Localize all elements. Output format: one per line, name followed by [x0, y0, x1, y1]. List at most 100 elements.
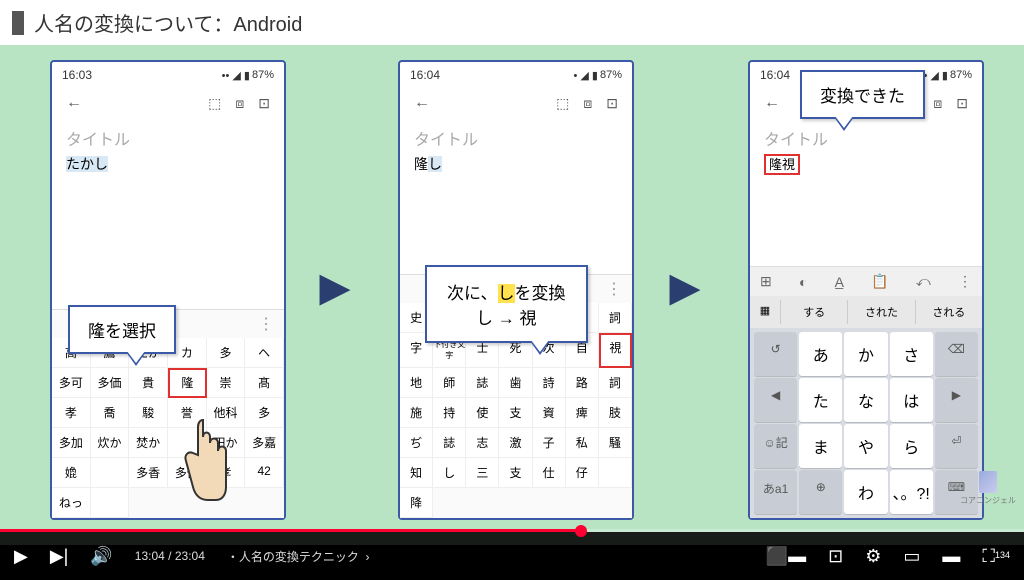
palette-icon[interactable]: ◐ [799, 274, 807, 290]
back-icon[interactable]: ← [764, 94, 780, 112]
conversion-candidate[interactable]: 騒 [599, 428, 632, 458]
conversion-candidate[interactable]: 三 [466, 458, 499, 488]
suggestion-item[interactable]: する [780, 300, 847, 324]
progress-scrubber[interactable] [575, 525, 587, 537]
conversion-candidate[interactable]: 孝 [52, 398, 91, 428]
suggestion-item[interactable]: された [847, 300, 914, 324]
conversion-candidate[interactable]: 誉 [168, 398, 207, 428]
play-button[interactable]: ▶ [14, 546, 28, 567]
conversion-candidate[interactable]: 激 [499, 428, 532, 458]
conversion-candidate[interactable]: 支 [499, 398, 532, 428]
conversion-candidate[interactable]: 詞 [599, 368, 632, 398]
keyboard-key[interactable]: ま [799, 424, 842, 468]
conversion-candidate[interactable]: 歯 [499, 368, 532, 398]
keyboard-key[interactable]: や [844, 424, 887, 468]
back-icon[interactable]: ← [414, 94, 430, 112]
settings-icon[interactable]: ⚙ [865, 546, 881, 567]
keyboard-key[interactable]: ☺記 [754, 424, 797, 468]
conversion-candidate[interactable] [91, 488, 130, 518]
conversion-candidate[interactable]: ヘ [245, 338, 284, 368]
conversion-candidate[interactable]: 誌 [433, 428, 466, 458]
conversion-candidate[interactable]: 田か [207, 428, 246, 458]
conversion-candidate[interactable]: ねっ [52, 488, 91, 518]
conversion-candidate[interactable]: 崇 [207, 368, 246, 398]
conversion-candidate[interactable]: 知 [400, 458, 433, 488]
keyboard-key[interactable]: ⏎ [935, 424, 978, 468]
fullscreen-button[interactable]: ⛶134 [982, 546, 1010, 567]
conversion-candidate[interactable]: 多 [245, 398, 284, 428]
theater-button[interactable]: ▬ [942, 546, 960, 567]
conversion-candidate[interactable]: し [433, 458, 466, 488]
keyboard-key[interactable]: た [799, 378, 842, 422]
conversion-candidate[interactable]: 降 [400, 488, 433, 518]
grid-icon[interactable]: ▦ [750, 300, 780, 324]
conversion-candidate[interactable]: 資 [533, 398, 566, 428]
conversion-candidate[interactable]: 貴 [129, 368, 168, 398]
bell-icon[interactable]: ⧈ [583, 95, 592, 112]
undo-icon[interactable]: ⤺ [916, 273, 931, 290]
conversion-candidate[interactable]: 他科 [207, 398, 246, 428]
conversion-candidate[interactable]: 仕 [533, 458, 566, 488]
keyboard-key[interactable]: ⌫ [935, 332, 978, 376]
keyboard-key[interactable]: ◀ [754, 378, 797, 422]
conversion-candidate[interactable]: 施 [400, 398, 433, 428]
conversion-candidate[interactable]: 師 [433, 368, 466, 398]
conversion-candidate[interactable]: 肢 [599, 398, 632, 428]
more-icon[interactable]: ⋮ [958, 273, 972, 290]
conversion-candidate[interactable]: 子 [533, 428, 566, 458]
keyboard-key[interactable]: は [890, 378, 933, 422]
conversion-candidate[interactable]: 炊か [91, 428, 130, 458]
conversion-candidate[interactable]: 42 [245, 458, 284, 488]
subtitles-button[interactable]: ⊡ [828, 546, 843, 567]
conversion-candidate[interactable]: 喬 [91, 398, 130, 428]
back-icon[interactable]: ← [66, 94, 82, 112]
conversion-candidate[interactable]: 駿 [129, 398, 168, 428]
suggestion-item[interactable]: される [915, 300, 982, 324]
conversion-candidate[interactable]: 詞 [599, 303, 632, 333]
conversion-candidate[interactable]: 痺 [566, 398, 599, 428]
pin-icon[interactable]: ⬚ [208, 95, 221, 112]
conversion-candidate[interactable]: 支 [499, 458, 532, 488]
conversion-candidate[interactable]: ぢ [400, 428, 433, 458]
conversion-candidate[interactable]: 嫓 [52, 458, 91, 488]
conversion-candidate[interactable]: 詩 [533, 368, 566, 398]
add-icon[interactable]: ⊞ [760, 273, 772, 290]
conversion-candidate[interactable]: 多加 [52, 428, 91, 458]
conversion-candidate[interactable]: 隆 [168, 368, 207, 398]
conversion-candidate[interactable] [168, 428, 207, 458]
conversion-candidate[interactable]: 使 [466, 398, 499, 428]
conversion-candidate[interactable]: 多価 [91, 368, 130, 398]
conversion-candidate[interactable]: 志 [466, 428, 499, 458]
keyboard-key[interactable]: ▶ [935, 378, 978, 422]
conversion-candidate[interactable]: 多 [207, 338, 246, 368]
conversion-candidate[interactable]: 持 [433, 398, 466, 428]
conversion-candidate[interactable]: 多伽 [168, 458, 207, 488]
conversion-candidate[interactable]: 多可 [52, 368, 91, 398]
conversion-candidate[interactable]: 地 [400, 368, 433, 398]
conversion-candidate[interactable]: 孝 [207, 458, 246, 488]
volume-button[interactable]: 🔊 [90, 546, 112, 567]
conversion-candidate[interactable]: 路 [566, 368, 599, 398]
keyboard-key[interactable]: ↺ [754, 332, 797, 376]
keyboard-key[interactable]: わ [844, 470, 887, 514]
keyboard-key[interactable]: か [844, 332, 887, 376]
keyboard-key[interactable]: な [844, 378, 887, 422]
keyboard-key[interactable]: あ [799, 332, 842, 376]
conversion-candidate[interactable]: 仔 [566, 458, 599, 488]
conversion-candidate[interactable]: 多嘉 [245, 428, 284, 458]
conversion-candidate[interactable]: 私 [566, 428, 599, 458]
font-icon[interactable]: A̲ [835, 274, 844, 290]
conversion-candidate[interactable]: 焚か [129, 428, 168, 458]
chapter-title[interactable]: ・人名の変換テクニック › [227, 548, 370, 565]
keyboard-key[interactable]: さ [890, 332, 933, 376]
bell-icon[interactable]: ⧈ [933, 95, 942, 112]
archive-icon[interactable]: ⊡ [956, 95, 968, 112]
conversion-candidate[interactable] [91, 458, 130, 488]
clipboard-icon[interactable]: 📋 [871, 273, 888, 290]
conversion-candidate[interactable]: 髙 [245, 368, 284, 398]
progress-bar[interactable] [0, 529, 1024, 532]
conversion-candidate[interactable]: 多香 [129, 458, 168, 488]
miniplayer-button[interactable]: ▭ [903, 546, 920, 567]
archive-icon[interactable]: ⊡ [258, 95, 270, 112]
keyboard-key[interactable]: ら [890, 424, 933, 468]
